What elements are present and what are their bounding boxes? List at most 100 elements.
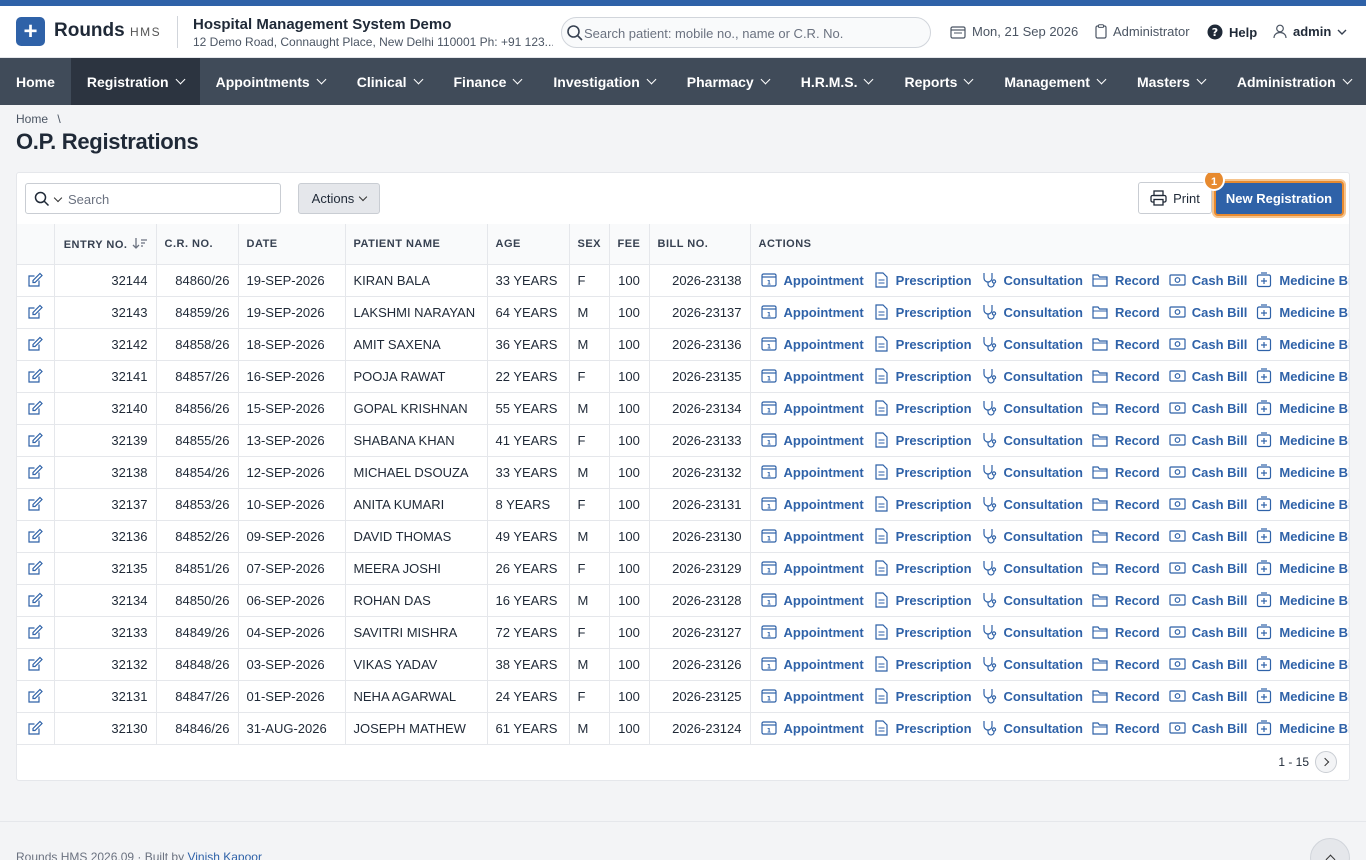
nav-item-home[interactable]: Home: [0, 58, 71, 105]
patient-search-box[interactable]: [561, 17, 931, 48]
action-medicine-bill-link[interactable]: Medicine Bill: [1256, 624, 1349, 640]
edit-icon[interactable]: [27, 464, 44, 480]
action-appointment-link[interactable]: 1 Appointment: [760, 272, 864, 288]
nav-item-management[interactable]: Management: [988, 58, 1121, 105]
action-cash-bill-link[interactable]: Cash Bill: [1169, 688, 1247, 704]
action-appointment-link[interactable]: 1 Appointment: [760, 496, 864, 512]
action-record-link[interactable]: Record: [1092, 304, 1160, 320]
actions-dropdown-button[interactable]: Actions: [298, 183, 380, 214]
footer-author-link[interactable]: Vinish Kapoor: [187, 850, 262, 860]
action-prescription-link[interactable]: Prescription: [873, 560, 972, 576]
action-record-link[interactable]: Record: [1092, 560, 1160, 576]
action-record-link[interactable]: Record: [1092, 432, 1160, 448]
action-consultation-link[interactable]: Consultation: [981, 688, 1083, 704]
help-link[interactable]: ? Help: [1207, 24, 1257, 40]
action-cash-bill-link[interactable]: Cash Bill: [1169, 400, 1247, 416]
action-cash-bill-link[interactable]: Cash Bill: [1169, 368, 1247, 384]
edit-icon[interactable]: [27, 624, 44, 640]
action-record-link[interactable]: Record: [1092, 336, 1160, 352]
action-cash-bill-link[interactable]: Cash Bill: [1169, 592, 1247, 608]
action-record-link[interactable]: Record: [1092, 400, 1160, 416]
action-medicine-bill-link[interactable]: Medicine Bill: [1256, 368, 1349, 384]
action-prescription-link[interactable]: Prescription: [873, 688, 972, 704]
action-cash-bill-link[interactable]: Cash Bill: [1169, 624, 1247, 640]
action-record-link[interactable]: Record: [1092, 720, 1160, 736]
action-prescription-link[interactable]: Prescription: [873, 400, 972, 416]
action-record-link[interactable]: Record: [1092, 528, 1160, 544]
nav-item-appointments[interactable]: Appointments: [200, 58, 341, 105]
action-prescription-link[interactable]: Prescription: [873, 368, 972, 384]
table-search-box[interactable]: [25, 183, 281, 214]
action-consultation-link[interactable]: Consultation: [981, 400, 1083, 416]
edit-icon[interactable]: [27, 496, 44, 512]
action-medicine-bill-link[interactable]: Medicine Bill: [1256, 464, 1349, 480]
edit-icon[interactable]: [27, 528, 44, 544]
next-page-button[interactable]: [1315, 751, 1337, 773]
action-medicine-bill-link[interactable]: Medicine Bill: [1256, 432, 1349, 448]
user-menu[interactable]: admin: [1273, 24, 1347, 39]
action-prescription-link[interactable]: Prescription: [873, 624, 972, 640]
chevron-down-icon[interactable]: [53, 193, 63, 203]
action-consultation-link[interactable]: Consultation: [981, 560, 1083, 576]
action-consultation-link[interactable]: Consultation: [981, 656, 1083, 672]
print-button[interactable]: Print: [1138, 182, 1212, 214]
table-search-input[interactable]: [68, 189, 268, 209]
action-medicine-bill-link[interactable]: Medicine Bill: [1256, 720, 1349, 736]
action-appointment-link[interactable]: 1 Appointment: [760, 304, 864, 320]
nav-item-administration[interactable]: Administration: [1221, 58, 1366, 105]
edit-icon[interactable]: [27, 560, 44, 576]
action-prescription-link[interactable]: Prescription: [873, 464, 972, 480]
action-record-link[interactable]: Record: [1092, 464, 1160, 480]
action-prescription-link[interactable]: Prescription: [873, 592, 972, 608]
action-consultation-link[interactable]: Consultation: [981, 624, 1083, 640]
edit-icon[interactable]: [27, 368, 44, 384]
breadcrumb-home[interactable]: Home: [16, 112, 48, 126]
action-prescription-link[interactable]: Prescription: [873, 272, 972, 288]
action-appointment-link[interactable]: 1 Appointment: [760, 400, 864, 416]
edit-icon[interactable]: [27, 272, 44, 288]
edit-icon[interactable]: [27, 432, 44, 448]
action-medicine-bill-link[interactable]: Medicine Bill: [1256, 688, 1349, 704]
action-record-link[interactable]: Record: [1092, 368, 1160, 384]
action-consultation-link[interactable]: Consultation: [981, 592, 1083, 608]
action-cash-bill-link[interactable]: Cash Bill: [1169, 336, 1247, 352]
action-prescription-link[interactable]: Prescription: [873, 304, 972, 320]
edit-icon[interactable]: [27, 656, 44, 672]
nav-item-finance[interactable]: Finance: [438, 58, 538, 105]
new-registration-button[interactable]: New Registration: [1214, 181, 1344, 216]
scroll-to-top-button[interactable]: [1310, 838, 1350, 860]
action-consultation-link[interactable]: Consultation: [981, 720, 1083, 736]
action-consultation-link[interactable]: Consultation: [981, 432, 1083, 448]
action-record-link[interactable]: Record: [1092, 656, 1160, 672]
action-prescription-link[interactable]: Prescription: [873, 656, 972, 672]
action-cash-bill-link[interactable]: Cash Bill: [1169, 464, 1247, 480]
action-prescription-link[interactable]: Prescription: [873, 720, 972, 736]
action-cash-bill-link[interactable]: Cash Bill: [1169, 720, 1247, 736]
action-prescription-link[interactable]: Prescription: [873, 336, 972, 352]
action-appointment-link[interactable]: 1 Appointment: [760, 560, 864, 576]
column-header[interactable]: ENTRY NO.: [54, 224, 157, 265]
action-appointment-link[interactable]: 1 Appointment: [760, 528, 864, 544]
action-appointment-link[interactable]: 1 Appointment: [760, 688, 864, 704]
nav-item-hrms[interactable]: H.R.M.S.: [785, 58, 889, 105]
nav-item-clinical[interactable]: Clinical: [341, 58, 438, 105]
action-medicine-bill-link[interactable]: Medicine Bill: [1256, 528, 1349, 544]
action-record-link[interactable]: Record: [1092, 592, 1160, 608]
edit-icon[interactable]: [27, 304, 44, 320]
action-appointment-link[interactable]: 1 Appointment: [760, 624, 864, 640]
action-consultation-link[interactable]: Consultation: [981, 304, 1083, 320]
nav-item-pharmacy[interactable]: Pharmacy: [671, 58, 785, 105]
action-medicine-bill-link[interactable]: Medicine Bill: [1256, 304, 1349, 320]
edit-icon[interactable]: [27, 688, 44, 704]
action-medicine-bill-link[interactable]: Medicine Bill: [1256, 336, 1349, 352]
action-consultation-link[interactable]: Consultation: [981, 496, 1083, 512]
action-appointment-link[interactable]: 1 Appointment: [760, 592, 864, 608]
action-record-link[interactable]: Record: [1092, 688, 1160, 704]
nav-item-reports[interactable]: Reports: [888, 58, 988, 105]
action-record-link[interactable]: Record: [1092, 272, 1160, 288]
action-cash-bill-link[interactable]: Cash Bill: [1169, 304, 1247, 320]
brand-name[interactable]: Rounds: [54, 20, 125, 42]
action-consultation-link[interactable]: Consultation: [981, 528, 1083, 544]
action-appointment-link[interactable]: 1 Appointment: [760, 656, 864, 672]
action-prescription-link[interactable]: Prescription: [873, 528, 972, 544]
